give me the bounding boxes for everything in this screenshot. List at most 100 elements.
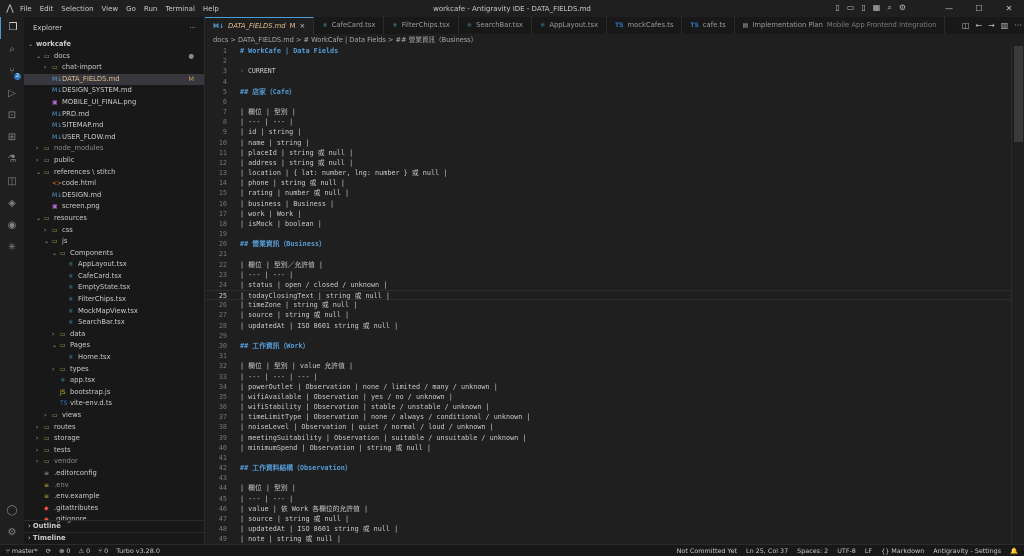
editor-tab[interactable]: ⚛ FilterChips.tsx [384,17,459,34]
menu-item-view[interactable]: View [102,5,119,13]
tree-file[interactable]: ◆ .gitattributes [24,503,204,515]
editor-tab[interactable]: ▤ Implementation Plan Mobile App Frontend … [735,17,946,34]
tree-file[interactable]: ▣ screen.png [24,201,204,213]
editor-tab[interactable]: TS cafe.ts [682,17,735,34]
tree-file[interactable]: TS vite-env.d.ts [24,398,204,410]
tree-folder[interactable]: › ▭ vendor [24,456,204,468]
menu-item-selection[interactable]: Selection [61,5,93,13]
editor-tab[interactable]: M↓ DATA_FIELDS.md M × [205,17,315,34]
testing-icon[interactable]: ⚗ [0,149,24,171]
tree-file[interactable]: ⚛ FilterChips.tsx [24,294,204,306]
language-mode[interactable]: {} Markdown [881,547,924,555]
tree-folder[interactable]: ⌄ ▭ docs ● [24,51,204,63]
maximize-button[interactable]: ☐ [964,0,994,17]
scrollbar-thumb[interactable] [1014,46,1023,142]
tree-folder[interactable]: › ▭ node_modules [24,143,204,155]
tree-file[interactable]: ≡ .editorconfig [24,468,204,480]
gear-icon[interactable]: ⚙ [899,3,906,13]
menu-item-run[interactable]: Run [144,5,157,13]
tree-file[interactable]: ⚛ CafeCard.tsx [24,271,204,283]
more-actions-icon[interactable]: ··· [189,24,196,32]
tree-folder[interactable]: › ▭ css [24,225,204,237]
menu-item-file[interactable]: File [20,5,32,13]
tree-file[interactable]: M↓DESIGN.md [24,190,204,202]
tree-file[interactable]: M↓PRD.md [24,109,204,121]
layout-panel-icon[interactable]: ▭ [847,3,855,13]
eol-status[interactable]: LF [865,547,872,555]
github-icon[interactable]: ◉ [0,215,24,237]
source-control-icon[interactable]: ⑂ 2 [0,61,24,83]
tree-folder[interactable]: › ▭ chat-import [24,62,204,74]
layout-secondary-icon[interactable]: ▯ [861,3,865,13]
tree-folder[interactable]: ⌄ ▭ Pages [24,340,204,352]
tree-file[interactable]: JS bootstrap.js [24,387,204,399]
workspace-root[interactable]: ⌄ workcafe [24,39,204,51]
forward-arrow-icon[interactable]: → [988,21,995,30]
errors-status[interactable]: ⊗ 0 [59,547,70,555]
vertical-scrollbar[interactable] [1011,46,1024,544]
editor-tab[interactable]: TS mockCafes.ts [607,17,683,34]
tree-file[interactable]: ⚛ AppLayout.tsx [24,259,204,271]
settings-status[interactable]: Antigravity - Settings [933,547,1001,555]
tree-folder[interactable]: › ▭ routes [24,422,204,434]
editor-tab[interactable]: ⚛ CafeCard.tsx [314,17,385,34]
turbo-status[interactable]: Turbo v3.28.0 [116,547,160,555]
notifications-icon[interactable]: 🔔 [1010,547,1018,555]
tree-folder[interactable]: ⌄ ▭ Components [24,248,204,260]
remote-explorer-icon[interactable]: ⊡ [0,105,24,127]
encoding-status[interactable]: UTF-8 [837,547,856,555]
tree-file[interactable]: ⚛ SearchBar.tsx [24,317,204,329]
sync-icon[interactable]: ⟳ [46,547,51,555]
code-editor[interactable]: 1 # WorkCafe | Data Fields 2 3 4 5 ## 店家（Cafe）… [205,46,1024,544]
manage-gear-icon[interactable]: ⚙ [0,522,24,544]
split-editor-icon[interactable]: ▥ [1001,21,1009,30]
cursor-position[interactable]: Ln 25, Col 37 [746,547,788,555]
outline-section[interactable]: › Outline [24,520,204,532]
close-tab-icon[interactable]: × [299,18,305,34]
breadcrumb[interactable]: docs > DATA_FIELDS.md > # WorkCafe | Dat… [205,34,1024,46]
indentation-status[interactable]: Spaces: 2 [797,547,828,555]
database-icon[interactable]: ◈ [0,193,24,215]
tree-folder[interactable]: › ▭ views [24,410,204,422]
tree-file[interactable]: ≡ .env [24,480,204,492]
tree-folder[interactable]: ⌄ ▭ references \ stitch [24,167,204,179]
branch-status[interactable]: ⑂ master* [6,547,38,555]
run-debug-icon[interactable]: ▷ [0,83,24,105]
editor-tab[interactable]: ⚛ SearchBar.tsx [459,17,532,34]
tree-file[interactable]: ▣ MOBILE_UI_FINAL.png [24,97,204,109]
ports-status[interactable]: ⑂ 0 [98,547,108,555]
tree-folder[interactable]: › ▭ storage [24,433,204,445]
search-icon[interactable]: ⌕ [887,3,891,13]
tree-folder[interactable]: › ▭ types [24,364,204,376]
tree-file[interactable]: M↓USER_FLOW.md [24,132,204,144]
preview-icon[interactable]: ◫ [962,21,970,30]
account-icon[interactable]: ◯ [0,500,24,522]
tree-folder[interactable]: ⌄ ▭ js [24,236,204,248]
menu-item-help[interactable]: Help [203,5,219,13]
tree-file[interactable]: M↓DESIGN_SYSTEM.md [24,85,204,97]
back-arrow-icon[interactable]: ← [975,21,982,30]
customize-layout-icon[interactable]: ▦ [873,3,881,13]
tree-file[interactable]: ⚛ MockMapView.tsx [24,306,204,318]
tree-file[interactable]: M↓SITEMAP.md [24,120,204,132]
codelens-current[interactable]: › CURRENT [240,66,276,76]
tree-file[interactable]: ⚛ app.tsx [24,375,204,387]
search-icon[interactable]: ⌕ [0,39,24,61]
warnings-status[interactable]: ⚠ 0 [78,547,90,555]
tree-file[interactable]: ⚛ EmptyState.tsx [24,282,204,294]
menu-item-edit[interactable]: Edit [40,5,54,13]
menu-item-go[interactable]: Go [126,5,136,13]
more-actions-icon[interactable]: ··· [1014,21,1022,30]
tree-file[interactable]: <>code.html [24,178,204,190]
explorer-icon[interactable]: ❐ [0,17,25,39]
tree-folder[interactable]: › ▭ tests [24,445,204,457]
commit-status[interactable]: Not Committed Yet [677,547,737,555]
menu-item-terminal[interactable]: Terminal [165,5,195,13]
timeline-section[interactable]: › Timeline [24,532,204,544]
minimize-button[interactable]: — [934,0,964,17]
close-button[interactable]: ✕ [994,0,1024,17]
tree-folder[interactable]: › ▭ data [24,329,204,341]
extensions-icon[interactable]: ⊞ [0,127,24,149]
layout-sidebar-icon[interactable]: ▯ [835,3,839,13]
tree-file[interactable]: ⚛ Home.tsx [24,352,204,364]
